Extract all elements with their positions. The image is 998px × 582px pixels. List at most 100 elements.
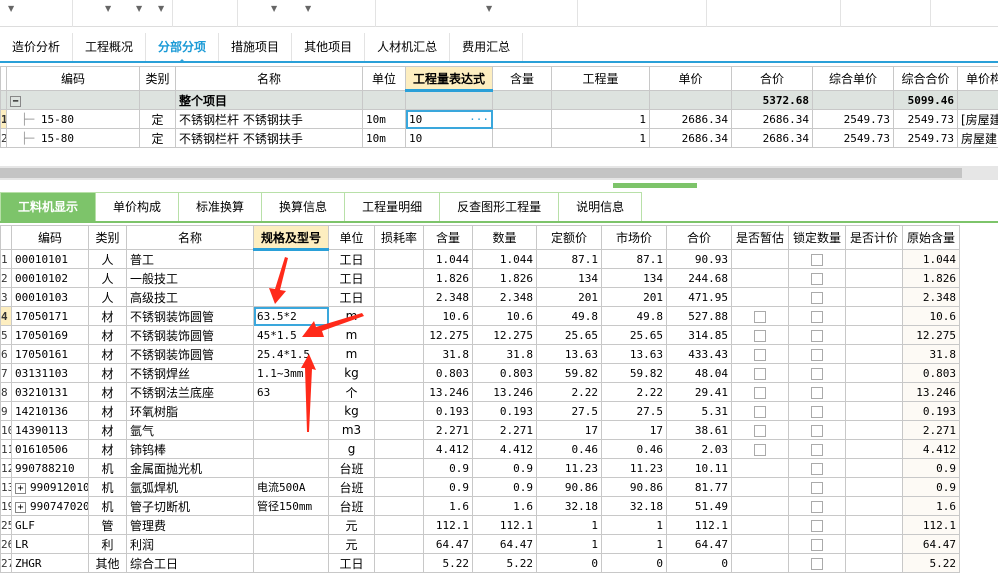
market-price[interactable]: 25.65 — [601, 325, 667, 345]
market-price[interactable]: 1 — [601, 534, 667, 554]
column-header[interactable]: 数量 — [472, 225, 537, 250]
provisional-checkbox[interactable] — [754, 310, 766, 323]
table-row[interactable]: 8 03210131 材 不锈钢法兰底座 63 个 13.246 13.246 … — [0, 382, 960, 402]
tab-main[interactable]: 措施项目 — [219, 33, 293, 61]
provisional-checkbox[interactable] — [754, 424, 766, 437]
column-header[interactable]: 编码 — [11, 225, 89, 250]
tab-main[interactable]: 人材机汇总 — [365, 33, 451, 61]
table-row[interactable]: 9 14210136 材 环氧树脂 kg 0.193 0.193 27.5 27… — [0, 401, 960, 421]
column-header[interactable]: 市场价 — [601, 225, 667, 250]
lock-quantity-checkbox[interactable] — [811, 443, 823, 456]
table-row[interactable]: 7 03131103 材 不锈钢焊丝 1.1~3mm kg 0.803 0.80… — [0, 363, 960, 383]
column-header[interactable]: 工程量 — [551, 66, 650, 91]
market-price[interactable]: 59.82 — [601, 363, 667, 383]
provisional-checkbox[interactable] — [754, 348, 766, 361]
market-price[interactable]: 134 — [601, 268, 667, 288]
dropdown-arrow-icon[interactable]: ▼ — [8, 4, 14, 13]
column-header[interactable]: 含量 — [423, 225, 473, 250]
spec-input[interactable]: 25.4*1.5 — [253, 344, 329, 364]
table-row[interactable]: 19 +990747020 机 管子切断机 管径150mm 台班 1.6 1.6… — [0, 496, 960, 516]
lock-quantity-checkbox[interactable] — [811, 310, 823, 323]
provisional-estimate-cell[interactable] — [731, 382, 789, 402]
column-header[interactable]: 名称 — [175, 66, 363, 91]
column-header[interactable]: 工程量表达式 — [405, 66, 493, 92]
column-header[interactable]: 锁定数量 — [788, 225, 846, 250]
dropdown-arrow-icon[interactable]: ▼ — [486, 4, 492, 13]
collapse-toggle-icon[interactable]: − — [10, 95, 21, 107]
column-header[interactable]: 是否计价 — [845, 225, 903, 250]
lock-quantity-checkbox[interactable] — [811, 519, 823, 532]
column-header[interactable]: 是否暂估 — [731, 225, 789, 250]
spec-input[interactable] — [253, 458, 329, 478]
tab-main[interactable]: 造价分析 — [0, 33, 74, 61]
provisional-checkbox[interactable] — [754, 367, 766, 380]
market-price[interactable]: 1 — [601, 515, 667, 535]
lock-quantity-checkbox[interactable] — [811, 538, 823, 551]
column-header[interactable]: 单价 — [649, 66, 732, 91]
market-price[interactable]: 0 — [601, 553, 667, 573]
market-price[interactable]: 32.18 — [601, 496, 667, 516]
lock-quantity-checkbox[interactable] — [811, 424, 823, 437]
table-row[interactable]: 1 ├─ 15-80 定 不锈钢栏杆 不锈钢扶手 10m 10··· 1 268… — [0, 109, 998, 129]
column-header[interactable]: 编码 — [6, 66, 140, 91]
lock-quantity-checkbox[interactable] — [811, 500, 823, 513]
market-price[interactable]: 2.22 — [601, 382, 667, 402]
dropdown-arrow-icon[interactable]: ▼ — [105, 4, 111, 13]
column-header[interactable]: 单价构 — [957, 66, 998, 91]
market-price[interactable]: 87.1 — [601, 249, 667, 269]
spec-input[interactable] — [253, 268, 329, 288]
provisional-estimate-cell[interactable] — [731, 363, 789, 383]
spec-input[interactable] — [253, 553, 329, 573]
provisional-checkbox[interactable] — [754, 386, 766, 399]
column-header[interactable]: 单位 — [362, 66, 406, 91]
table-row[interactable]: 11 01610506 材 铈钨棒 g 4.412 4.412 0.46 0.4… — [0, 439, 960, 459]
lock-quantity-checkbox[interactable] — [811, 291, 823, 304]
column-header[interactable]: 合价 — [666, 225, 732, 250]
market-price[interactable]: 17 — [601, 420, 667, 440]
provisional-estimate-cell[interactable] — [731, 344, 789, 364]
provisional-estimate-cell[interactable] — [731, 420, 789, 440]
market-price[interactable]: 0.46 — [601, 439, 667, 459]
provisional-checkbox[interactable] — [754, 329, 766, 342]
column-header[interactable]: 损耗率 — [374, 225, 424, 250]
provisional-estimate-cell[interactable] — [731, 306, 789, 326]
quantity-expression-input[interactable]: 10 ··· — [405, 109, 493, 129]
column-header[interactable]: 定额价 — [536, 225, 602, 250]
dropdown-arrow-icon[interactable]: ▼ — [136, 4, 142, 13]
table-row[interactable]: 2 ├─ 15-80 定 不锈钢栏杆 不锈钢扶手 10m 10 1 2686.3… — [0, 128, 998, 148]
provisional-estimate-cell[interactable] — [731, 325, 789, 345]
tab-main[interactable]: 其他项目 — [292, 33, 366, 61]
column-header[interactable]: 合价 — [731, 66, 813, 91]
tab-detail[interactable]: 反查图形工程量 — [439, 192, 560, 221]
table-row[interactable]: 10 14390113 材 氩气 m3 2.271 2.271 17 17 38… — [0, 420, 960, 440]
group-row[interactable]: − 整个项目 5372.68 5099.46 — [0, 90, 998, 110]
table-row[interactable]: 5 17050169 材 不锈钢装饰圆管 45*1.5 m 12.275 12.… — [0, 325, 960, 345]
provisional-estimate-cell[interactable] — [731, 401, 789, 421]
spec-input[interactable] — [253, 420, 329, 440]
market-price[interactable]: 27.5 — [601, 401, 667, 421]
lock-quantity-checkbox[interactable] — [811, 405, 823, 418]
market-price[interactable]: 90.86 — [601, 477, 667, 497]
column-header[interactable]: 单位 — [328, 225, 375, 250]
quantity-expression-input[interactable]: 10 — [405, 128, 493, 148]
spec-input[interactable]: 63.5*2 — [253, 306, 329, 326]
market-price[interactable]: 11.23 — [601, 458, 667, 478]
expand-icon[interactable]: + — [15, 482, 26, 494]
table-row[interactable]: 3 00010103 人 高级技工 工日 2.348 2.348 201 201… — [0, 287, 960, 307]
lock-quantity-checkbox[interactable] — [811, 481, 823, 494]
tab-main[interactable]: 工程概况 — [73, 33, 147, 61]
spec-input[interactable]: 电流500A — [253, 477, 329, 497]
spec-input[interactable] — [253, 401, 329, 421]
column-header[interactable]: 综合合价 — [893, 66, 958, 91]
spec-input[interactable] — [253, 439, 329, 459]
column-header[interactable]: 含量 — [492, 66, 552, 91]
spec-input[interactable]: 45*1.5 — [253, 325, 329, 345]
provisional-checkbox[interactable] — [754, 443, 766, 456]
table-row[interactable]: 26 LR 利 利润 元 64.47 64.47 1 1 64.47 64.47 — [0, 534, 960, 554]
ellipsis-button[interactable]: ··· — [469, 113, 489, 126]
provisional-checkbox[interactable] — [754, 405, 766, 418]
provisional-estimate-cell[interactable] — [731, 439, 789, 459]
column-header[interactable]: 原始含量 — [902, 225, 960, 250]
table-row[interactable]: 12 990788210 机 金属面抛光机 台班 0.9 0.9 11.23 1… — [0, 458, 960, 478]
market-price[interactable]: 49.8 — [601, 306, 667, 326]
